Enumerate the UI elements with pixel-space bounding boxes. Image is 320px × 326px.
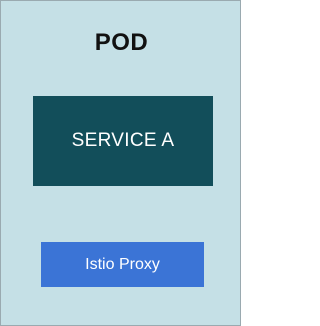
pod-title: POD	[94, 29, 149, 56]
pod-container: POD SERVICE A Istio Proxy	[0, 0, 241, 326]
service-a-label: SERVICE A	[71, 130, 175, 151]
istio-proxy-box: Istio Proxy	[41, 242, 204, 287]
istio-proxy-label: Istio Proxy	[85, 255, 160, 273]
service-a-box: SERVICE A	[33, 96, 213, 186]
